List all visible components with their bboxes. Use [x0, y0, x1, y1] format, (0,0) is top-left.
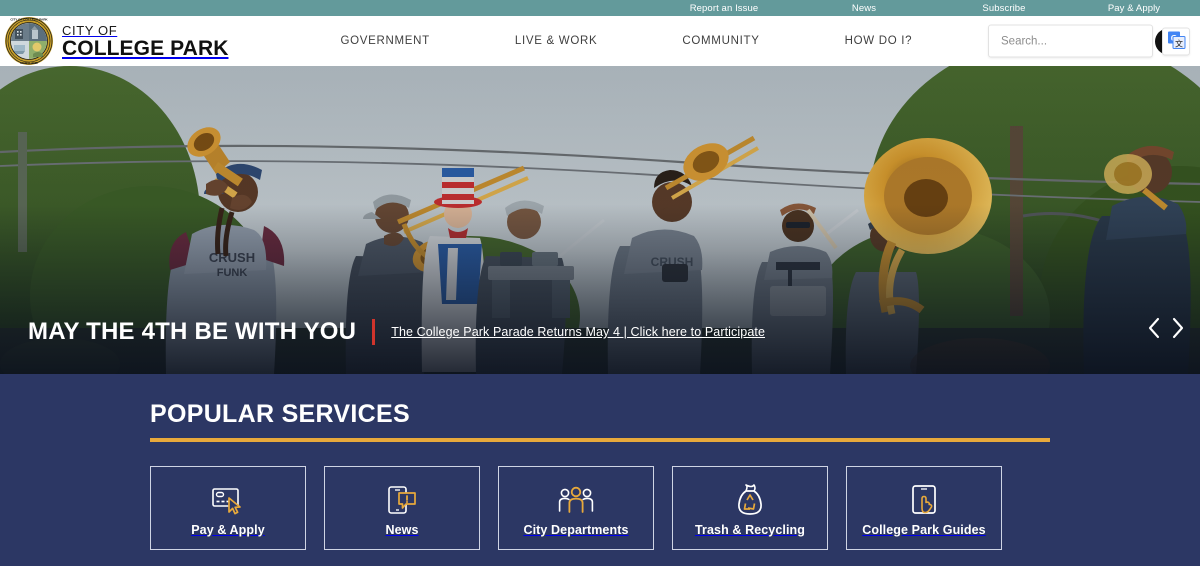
service-card-label: City Departments — [523, 522, 629, 537]
google-translate-icon: G 文 — [1167, 30, 1186, 52]
service-card-college-park-guides[interactable]: College Park Guides — [846, 466, 1002, 550]
hero-caption-divider — [372, 319, 376, 345]
svg-text:MARYLAND: MARYLAND — [20, 61, 38, 65]
chevron-right-icon — [1171, 317, 1184, 342]
nav-item-live-and-work[interactable]: LIVE & WORK — [515, 35, 597, 47]
site-header: CITY OF COLLEGE PARK MARYLAND CITY OF CO… — [0, 16, 1200, 66]
nav-item-how-do-i[interactable]: HOW DO I? — [845, 35, 913, 47]
popular-services-underline — [150, 438, 1050, 442]
popular-services-section: POPULAR SERVICES Pay & Apply News City D… — [0, 374, 1200, 566]
hero-caption: MAY THE 4TH BE WITH YOU The College Park… — [28, 318, 765, 346]
credit-card-cursor-icon — [211, 484, 245, 516]
svg-text:CITY OF COLLEGE PARK: CITY OF COLLEGE PARK — [10, 18, 48, 22]
utility-link-report-an-issue[interactable]: Report an Issue — [654, 3, 794, 14]
google-translate-button[interactable]: G 文 — [1162, 27, 1190, 55]
service-card-label: Trash & Recycling — [694, 522, 806, 537]
service-card-label: College Park Guides — [862, 522, 986, 537]
service-card-city-departments[interactable]: City Departments — [498, 466, 654, 550]
popular-services-inner: POPULAR SERVICES Pay & Apply News City D… — [0, 374, 1200, 550]
utility-link-pay-and-apply[interactable]: Pay & Apply — [1074, 3, 1194, 14]
recycling-bag-icon — [735, 483, 765, 516]
search-box[interactable] — [988, 24, 1181, 58]
hero-prev-button[interactable] — [1146, 315, 1163, 344]
service-card-news[interactable]: News — [324, 466, 480, 550]
service-card-label: News — [385, 522, 419, 537]
hero-carousel: CRUSH FUNK — [0, 66, 1200, 374]
brand-line-city-of: CITY OF — [62, 22, 118, 38]
utility-links: Report an Issue News Subscribe Pay & App… — [654, 3, 1194, 14]
nav-item-government[interactable]: GOVERNMENT — [340, 35, 429, 47]
service-card-trash-and-recycling[interactable]: Trash & Recycling — [672, 466, 828, 550]
brand-line-college-park: COLLEGE PARK — [62, 36, 229, 60]
brand-wordmark: CITY OF COLLEGE PARK — [62, 24, 228, 59]
utility-link-news[interactable]: News — [794, 3, 934, 14]
service-card-label: Pay & Apply — [191, 522, 265, 537]
hero-subtitle-link[interactable]: The College Park Parade Returns May 4 | … — [391, 325, 765, 339]
city-seal-icon: CITY OF COLLEGE PARK MARYLAND — [4, 16, 54, 66]
svg-text:文: 文 — [1175, 38, 1183, 48]
search-input[interactable] — [1001, 35, 1155, 47]
main-navigation: GOVERNMENT LIVE & WORK COMMUNITY HOW DO … — [340, 35, 912, 47]
utility-bar: Report an Issue News Subscribe Pay & App… — [0, 0, 1200, 16]
hero-arrow-controls — [1146, 315, 1186, 344]
nav-item-community[interactable]: COMMUNITY — [682, 35, 759, 47]
hero-title: MAY THE 4TH BE WITH YOU — [28, 318, 357, 345]
people-group-icon — [558, 484, 594, 516]
search-area: G 文 — [988, 24, 1190, 58]
chevron-left-icon — [1148, 317, 1161, 342]
hero-next-button[interactable] — [1169, 315, 1186, 344]
site-logo-link[interactable]: CITY OF COLLEGE PARK MARYLAND CITY OF CO… — [0, 16, 228, 66]
popular-services-title: POPULAR SERVICES — [150, 400, 410, 428]
phone-alert-icon — [386, 484, 418, 516]
popular-services-cards: Pay & Apply News City Departments Trash … — [150, 466, 1200, 550]
tablet-hand-icon — [909, 484, 939, 516]
service-card-pay-and-apply[interactable]: Pay & Apply — [150, 466, 306, 550]
utility-link-subscribe[interactable]: Subscribe — [934, 3, 1074, 14]
